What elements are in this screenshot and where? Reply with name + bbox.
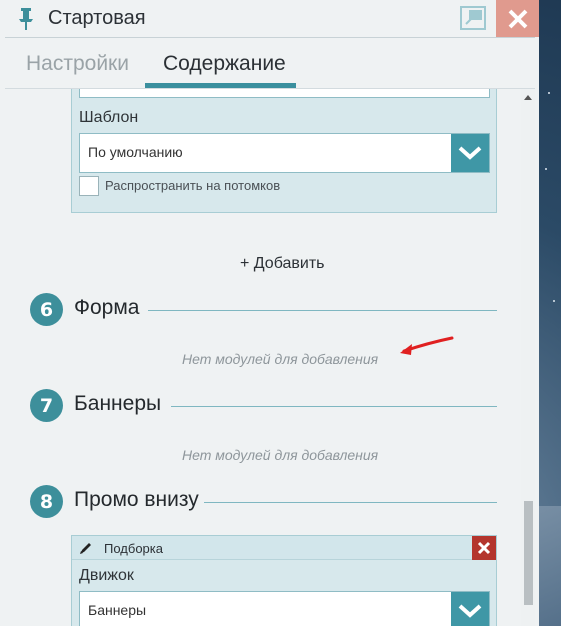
section-promo-bottom: 8 Промо внизу [30, 485, 497, 519]
chevron-down-icon [458, 146, 482, 160]
window-title: Стартовая [48, 7, 146, 29]
tab-content[interactable]: Содержание [163, 52, 286, 76]
module-block: Подборка Движок Баннеры [71, 535, 497, 626]
content-area: Шаблон По умолчанию Распространить на по… [5, 89, 521, 626]
dropdown-toggle[interactable] [451, 592, 489, 626]
tab-bar: Настройки Содержание [5, 37, 535, 89]
section-divider [171, 406, 497, 407]
popout-window-icon[interactable] [460, 6, 486, 30]
section-banners: 7 Баннеры [30, 389, 497, 423]
module-title: Подборка [104, 541, 163, 556]
section-number: 8 [30, 485, 63, 518]
close-icon [508, 9, 527, 28]
close-button[interactable] [496, 0, 539, 37]
section-title: Форма [74, 296, 140, 319]
scrollbar-thumb[interactable] [524, 501, 533, 605]
vertical-scrollbar[interactable] [521, 89, 535, 626]
background-star [548, 92, 550, 94]
template-select[interactable]: По умолчанию [79, 133, 490, 173]
section-form: 6 Форма [30, 293, 497, 327]
background-star [553, 300, 555, 302]
section-number: 7 [30, 389, 63, 422]
template-settings-block: Шаблон По умолчанию Распространить на по… [71, 89, 497, 213]
editor-panel: Стартовая Настройки Содержание Шаблон По… [0, 0, 539, 626]
dropdown-toggle[interactable] [451, 134, 489, 172]
background-star [545, 168, 547, 170]
module-header: Подборка [72, 536, 496, 560]
tab-settings[interactable]: Настройки [26, 52, 129, 76]
active-tab-indicator [145, 83, 296, 88]
chevron-down-icon [458, 604, 482, 618]
pencil-icon[interactable] [79, 541, 93, 555]
empty-modules-text: Нет модулей для добавления [182, 351, 379, 367]
close-icon [477, 541, 491, 555]
propagate-checkbox[interactable] [79, 176, 99, 196]
section-divider [148, 310, 497, 311]
template-select-value: По умолчанию [88, 144, 183, 160]
add-button[interactable]: + Добавить [240, 255, 325, 273]
section-number: 6 [30, 293, 63, 326]
template-label: Шаблон [79, 109, 139, 126]
section-title: Баннеры [74, 392, 162, 415]
red-arrow-annotation [400, 336, 454, 355]
section-divider [204, 502, 497, 503]
engine-label: Движок [79, 567, 134, 584]
engine-select[interactable]: Баннеры [79, 591, 490, 626]
pushpin-icon [19, 8, 33, 30]
empty-modules-text: Нет модулей для добавления [182, 447, 379, 463]
engine-select-value: Баннеры [88, 602, 147, 618]
title-bar: Стартовая [0, 0, 539, 37]
delete-module-button[interactable] [472, 536, 496, 560]
section-title: Промо внизу [74, 488, 199, 511]
scroll-up-arrow-icon[interactable] [524, 95, 532, 100]
previous-field[interactable] [79, 89, 490, 98]
propagate-label: Распространить на потомков [105, 178, 281, 193]
